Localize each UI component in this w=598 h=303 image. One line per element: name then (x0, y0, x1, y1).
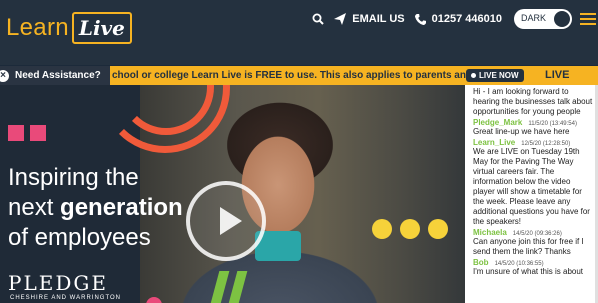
menu-line (580, 13, 596, 15)
hero-headline: Inspiring the next generation of employe… (8, 163, 183, 253)
chat-meta: Pledge_Mark 11/5/20 (13:49:54) (473, 118, 594, 127)
hero-line-1: Inspiring the (8, 164, 139, 191)
pledge-logo: PLEDGE (8, 271, 108, 295)
hero-line-2: next generation (8, 193, 183, 223)
email-us-label: EMAIL US (352, 13, 405, 25)
decorative-dot (428, 219, 448, 239)
need-assistance-label: Need Assistance? (15, 70, 101, 81)
menu-line (580, 23, 596, 25)
search-button[interactable] (312, 13, 324, 25)
chat-message: Learn_Live 12/5/20 (12:28:50) We are LIV… (473, 138, 594, 227)
announcement-marquee: chool or college Learn Live is FREE to u… (112, 70, 473, 81)
live-chat-panel: Hi - I am looking forward to hearing the… (465, 85, 598, 303)
chat-text: Can anyone join this for free if I send … (473, 237, 584, 256)
dark-toggle-label: DARK (521, 13, 547, 23)
chat-intro-message: Hi - I am looking forward to hearing the… (473, 87, 593, 116)
menu-line (580, 18, 596, 20)
decorative-dot (400, 219, 420, 239)
hero-video[interactable]: Inspiring the next generation of employe… (0, 85, 465, 303)
logo-live-text: Live (71, 12, 132, 44)
phone-icon (414, 13, 426, 25)
menu-icon[interactable] (580, 13, 596, 25)
chat-username: Bob (473, 258, 489, 267)
live-now-badge: LIVE NOW (466, 69, 524, 82)
chat-meta: Learn_Live 12/5/20 (12:28:50) (473, 138, 594, 147)
chat-username: Michaela (473, 228, 507, 237)
header-actions: EMAIL US 01257 446010 DARK (302, 7, 598, 31)
close-icon[interactable]: × (0, 69, 9, 82)
live-now-label: LIVE NOW (479, 71, 519, 80)
chat-message: Michaela 14/5/20 (09:36:26) Can anyone j… (473, 228, 594, 257)
phone-number: 01257 446010 (431, 13, 502, 25)
live-chat-heading[interactable]: LIVE CHAT (545, 66, 598, 85)
search-icon (312, 13, 324, 25)
page: Learn Live EMAIL US 01257 446010 DARK ch… (0, 0, 598, 303)
chat-username: Pledge_Mark (473, 118, 523, 127)
chat-meta: Bob 14/5/20 (10:36:55) (473, 258, 594, 267)
assistance-bar: chool or college Learn Live is FREE to u… (0, 66, 598, 85)
play-icon (220, 207, 242, 235)
dark-mode-toggle[interactable]: DARK (514, 9, 572, 29)
chat-text: We are LIVE on Tuesday 19th May for the … (473, 147, 590, 226)
hero-line-2-pre: next (8, 194, 61, 221)
hero-line-2-bold: generation (60, 194, 183, 221)
play-button[interactable] (186, 181, 266, 261)
decorative-square (30, 125, 46, 141)
email-us-link[interactable]: EMAIL US (334, 13, 405, 25)
chat-message: Bob 14/5/20 (10:36:55) I'm unsure of wha… (473, 258, 594, 277)
send-icon (334, 13, 347, 25)
decorative-dot (372, 219, 392, 239)
chat-message: Pledge_Mark 11/5/20 (13:49:54) Great lin… (473, 118, 594, 137)
toggle-knob (554, 11, 570, 27)
learn-live-logo[interactable]: Learn Live (6, 12, 132, 44)
chat-text: I'm unsure of what this is about (473, 267, 584, 276)
pledge-subtitle: CHESHIRE AND WARRINGTON (10, 295, 122, 301)
top-header: Learn Live EMAIL US 01257 446010 DARK (0, 0, 598, 65)
phone-link[interactable]: 01257 446010 (414, 13, 502, 25)
logo-learn-text: Learn (6, 14, 69, 41)
need-assistance-button[interactable]: × Need Assistance? (0, 66, 110, 85)
live-dot-icon (471, 73, 476, 78)
hero-line-3: of employees (8, 224, 151, 251)
decorative-square (8, 125, 24, 141)
chat-username: Learn_Live (473, 138, 516, 147)
chat-meta: Michaela 14/5/20 (09:36:26) (473, 228, 594, 237)
chat-text: Great line-up we have here (473, 127, 570, 136)
